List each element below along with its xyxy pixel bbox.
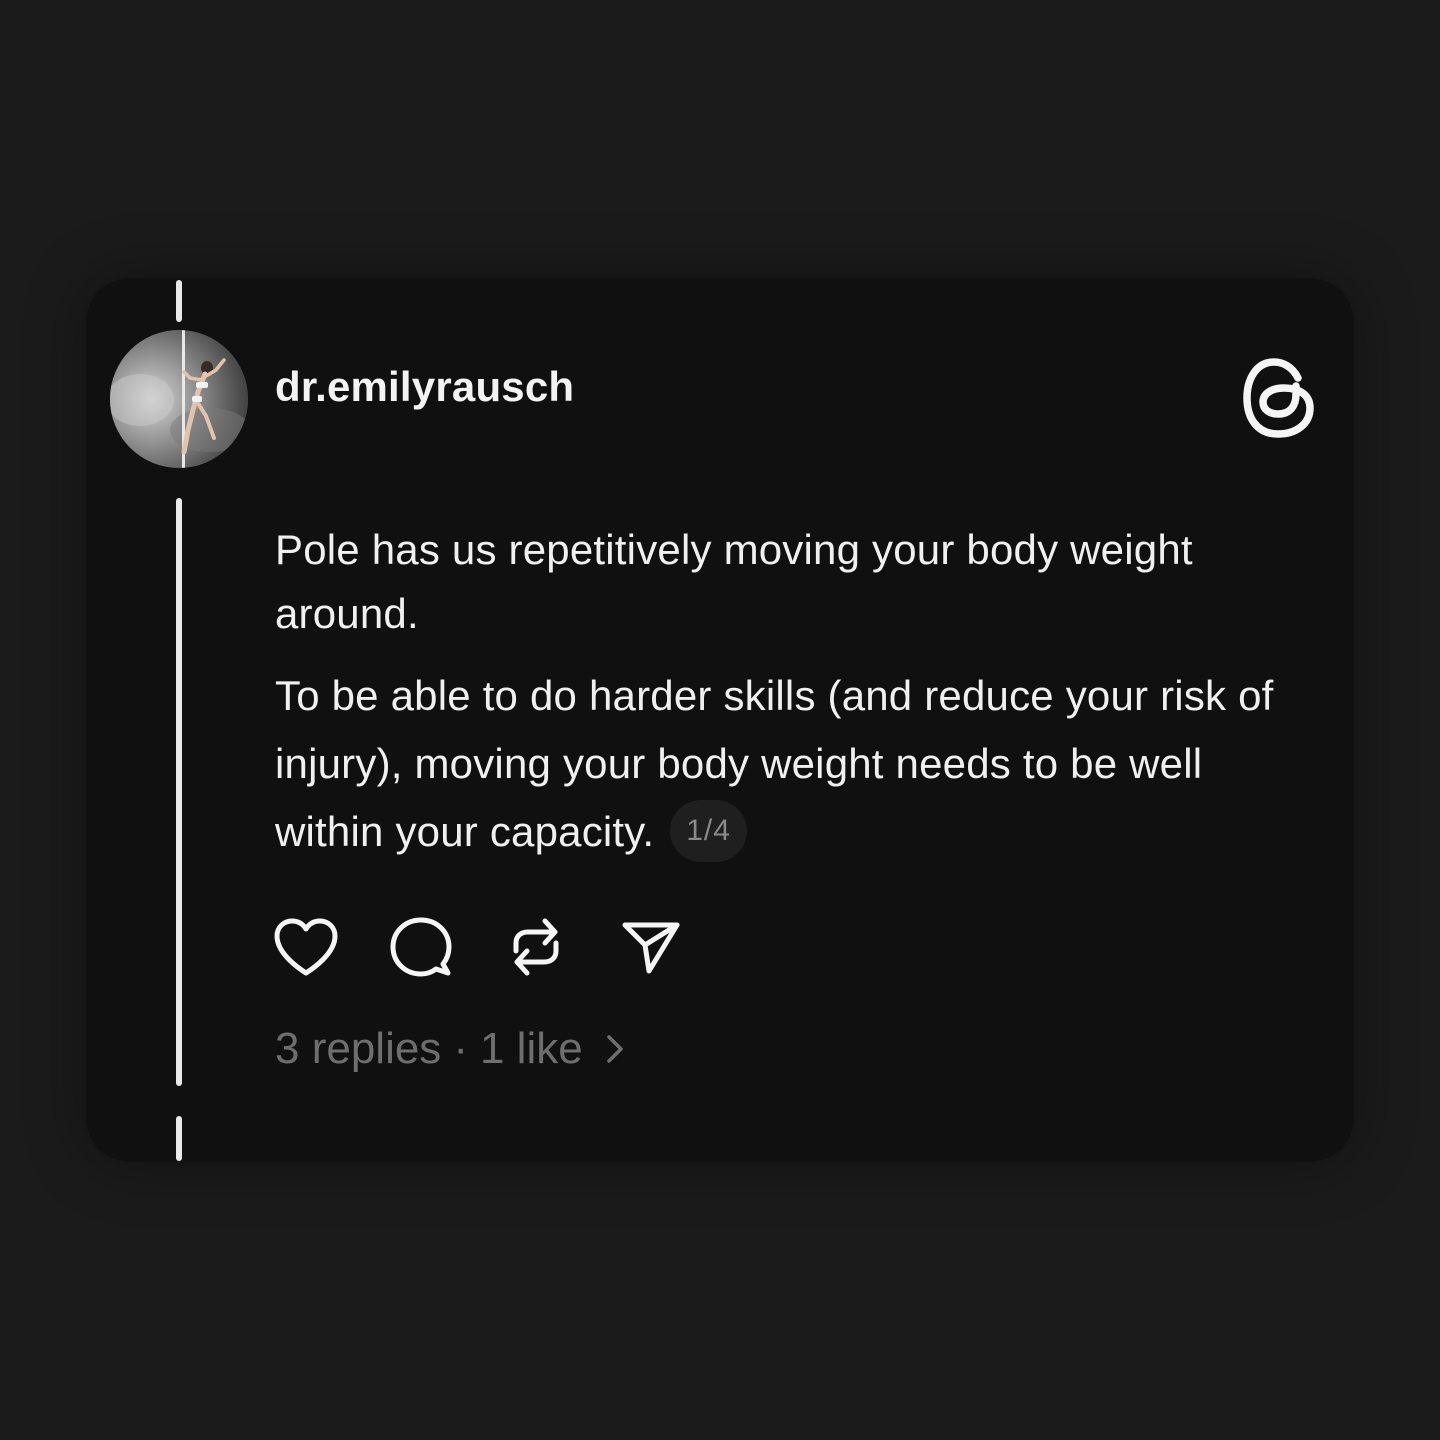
- like-button[interactable]: [272, 913, 340, 981]
- post-paragraph-2: To be able to do harder skills (and redu…: [275, 662, 1315, 866]
- action-bar: [272, 912, 732, 982]
- comment-bubble-icon: [390, 917, 452, 977]
- username[interactable]: dr.emilyrausch: [275, 360, 574, 414]
- post-body: Pole has us repetitively moving your bod…: [275, 518, 1315, 866]
- replies-count[interactable]: 3 replies: [275, 1020, 441, 1078]
- chevron-right-icon[interactable]: [605, 1033, 625, 1065]
- post-screenshot: dr.emilyrausch Pole has us repetitively …: [0, 0, 1440, 1440]
- post-paragraph-2-text: To be able to do harder skills (and redu…: [275, 672, 1274, 855]
- avatar[interactable]: [110, 330, 248, 468]
- thread-line: [176, 498, 182, 1086]
- heart-icon: [274, 918, 338, 976]
- share-button[interactable]: [617, 913, 685, 981]
- stats-separator: ·: [453, 1024, 468, 1073]
- send-icon: [622, 922, 680, 974]
- thread-line-bottom: [176, 1116, 182, 1161]
- page-indicator-badge: 1/4: [670, 799, 747, 862]
- thread-line-top: [176, 280, 182, 322]
- post-paragraph-1: Pole has us repetitively moving your bod…: [275, 526, 1193, 637]
- reply-button[interactable]: [387, 913, 455, 981]
- post-stats[interactable]: 3 replies · 1 like: [275, 1020, 625, 1078]
- repost-button[interactable]: [502, 913, 570, 981]
- likes-count[interactable]: 1 like: [480, 1020, 583, 1078]
- repost-icon: [513, 918, 559, 976]
- threads-logo-icon[interactable]: [1240, 356, 1320, 440]
